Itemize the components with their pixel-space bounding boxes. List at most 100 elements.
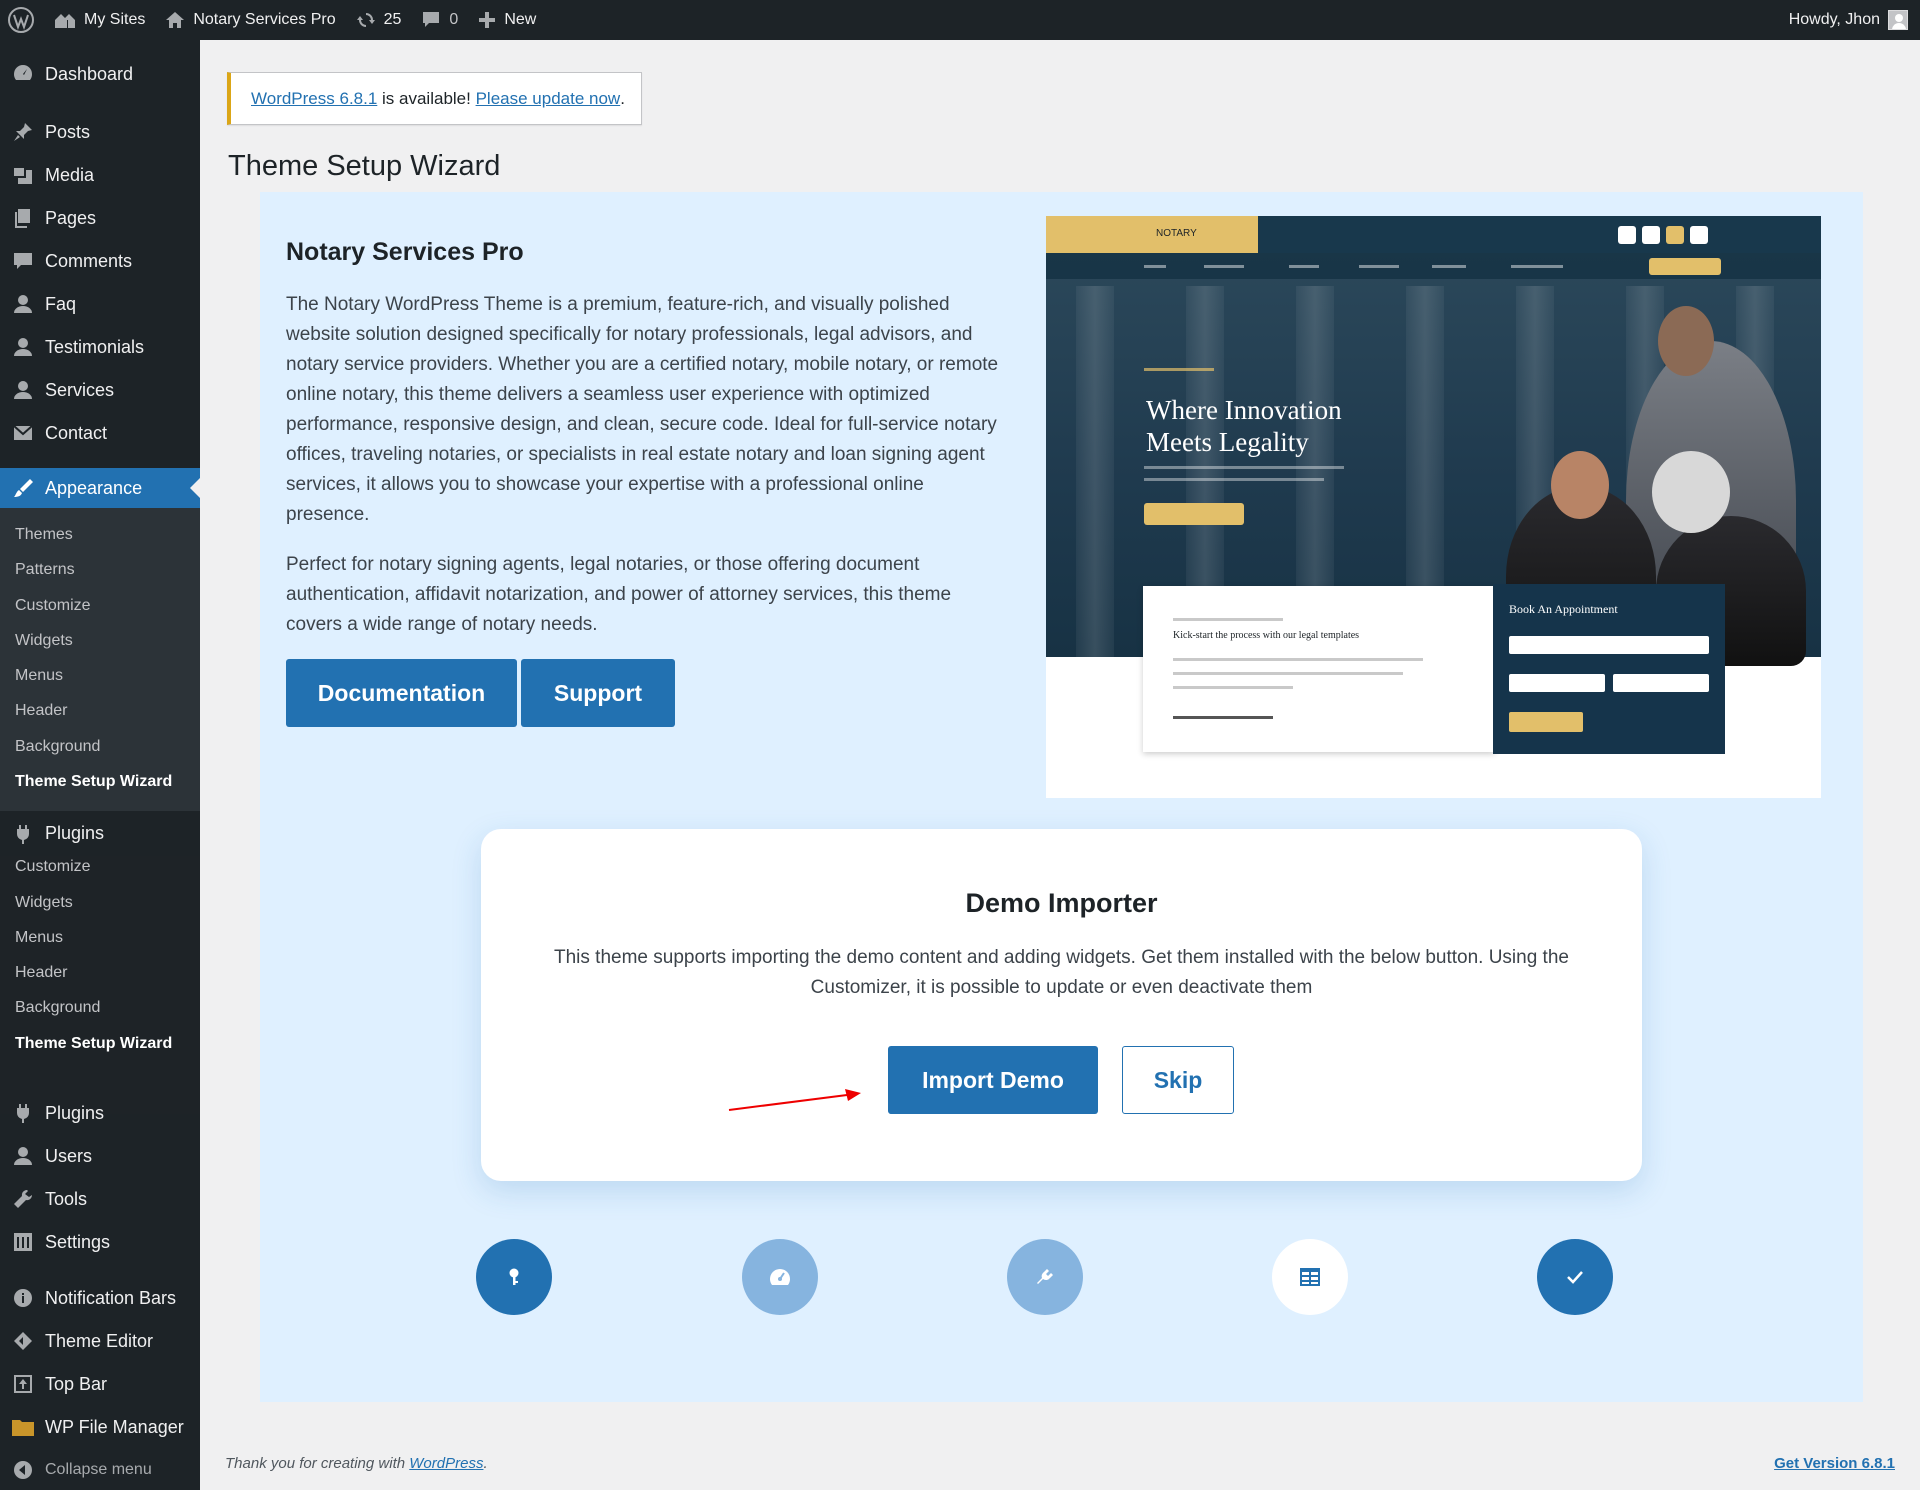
- social-icon: [1642, 226, 1660, 244]
- sidebar-item-faq[interactable]: Faq: [0, 286, 200, 322]
- preview-contact-button: [1649, 258, 1721, 275]
- flyout-item-background[interactable]: Background: [15, 999, 100, 1017]
- plugins-flyout-submenu: Customize Widgets Menus Header Backgroun…: [0, 856, 200, 1114]
- my-sites-label: My Sites: [84, 11, 146, 28]
- skip-button[interactable]: Skip: [1122, 1046, 1234, 1114]
- footer-version: Get Version 6.8.1: [1774, 1455, 1895, 1472]
- sidebar-item-label: Theme Editor: [45, 1330, 154, 1351]
- theme-description-secondary: Perfect for notary signing agents, legal…: [286, 554, 952, 635]
- submenu-item-widgets[interactable]: Widgets: [15, 632, 73, 650]
- preview-appointment-form: Book An Appointment: [1493, 584, 1725, 754]
- sidebar-item-posts[interactable]: Posts: [0, 114, 200, 150]
- updates-icon: [356, 13, 375, 27]
- step-indicator-2[interactable]: [742, 1239, 818, 1315]
- submenu-item-header[interactable]: Header: [15, 702, 67, 720]
- footer-wordpress-link[interactable]: WordPress: [409, 1455, 483, 1472]
- dashboard-icon: [0, 63, 45, 85]
- sidebar-item-top-bar[interactable]: Top Bar: [0, 1366, 200, 1402]
- import-demo-button[interactable]: Import Demo: [888, 1046, 1098, 1114]
- step-indicator-1[interactable]: [476, 1239, 552, 1315]
- sidebar-item-notification-bars[interactable]: Notification Bars: [0, 1280, 200, 1316]
- preview-nav-item: [1359, 265, 1399, 268]
- gauge-icon: [770, 1269, 790, 1285]
- sidebar-item-contact[interactable]: Contact: [0, 415, 200, 451]
- flyout-item-widgets[interactable]: Widgets: [15, 894, 73, 912]
- facebook-icon: [1618, 226, 1636, 244]
- preview-logo: NOTARY: [1046, 216, 1258, 253]
- sidebar-item-appearance[interactable]: Appearance: [0, 468, 200, 508]
- sidebar-item-plugins[interactable]: Plugins: [0, 1095, 200, 1131]
- howdy-label: Howdy, Jhon: [1788, 11, 1880, 28]
- theme-preview-image: NOTARY Where Innovation Meets Legality K…: [1046, 216, 1821, 798]
- sidebar-item-dashboard[interactable]: Dashboard: [0, 56, 200, 92]
- preview-person-head: [1658, 306, 1714, 376]
- site-name-menu[interactable]: Notary Services Pro: [155, 0, 345, 40]
- step-indicator-3[interactable]: [1007, 1239, 1083, 1315]
- submenu-item-theme-setup-wizard[interactable]: Theme Setup Wizard: [15, 773, 172, 791]
- flyout-item-header[interactable]: Header: [15, 964, 67, 982]
- preview-form-field: [1613, 674, 1709, 692]
- my-sites-menu[interactable]: My Sites: [44, 0, 155, 40]
- sidebar-item-tools[interactable]: Tools: [0, 1181, 200, 1217]
- submenu-item-customize[interactable]: Customize: [15, 597, 91, 615]
- preview-headline-line: Where Innovation: [1146, 395, 1342, 425]
- updates-menu[interactable]: 25: [346, 0, 412, 40]
- sidebar-item-plugins-hover[interactable]: Plugins: [0, 811, 200, 856]
- step-indicator-4[interactable]: [1272, 1239, 1348, 1315]
- info-icon: [0, 1287, 45, 1309]
- comments-menu[interactable]: 0: [411, 0, 468, 40]
- sidebar-item-label: Posts: [45, 121, 91, 142]
- wordpress-version-link[interactable]: WordPress 6.8.1: [251, 89, 377, 109]
- step-indicator-5[interactable]: [1537, 1239, 1613, 1315]
- check-icon: [1567, 1271, 1583, 1284]
- home-icon: [166, 12, 185, 28]
- flyout-item-theme-setup-wizard[interactable]: Theme Setup Wizard: [15, 1035, 172, 1053]
- sidebar-item-theme-editor[interactable]: Theme Editor: [0, 1323, 200, 1359]
- update-now-link[interactable]: Please update now: [476, 89, 621, 109]
- theme-name: Notary Services Pro: [286, 238, 524, 266]
- support-button[interactable]: Support: [521, 659, 675, 727]
- preview-card-line: [1173, 672, 1403, 675]
- submenu-item-menus[interactable]: Menus: [15, 667, 63, 685]
- sidebar-item-users[interactable]: Users: [0, 1138, 200, 1174]
- sidebar-item-wp-file-manager[interactable]: WP File Manager: [0, 1409, 200, 1445]
- preview-person-head: [1652, 451, 1730, 533]
- sidebar-item-testimonials[interactable]: Testimonials: [0, 329, 200, 365]
- sidebar-item-settings[interactable]: Settings: [0, 1224, 200, 1260]
- page-title: Theme Setup Wizard: [228, 150, 501, 182]
- sidebar-item-pages[interactable]: Pages: [0, 200, 200, 236]
- sidebar-item-services[interactable]: Services: [0, 372, 200, 408]
- submenu-item-background[interactable]: Background: [15, 738, 100, 756]
- plus-icon: [479, 12, 496, 28]
- settings-icon: [0, 1231, 45, 1253]
- collapse-menu-button[interactable]: Collapse menu: [0, 1452, 200, 1488]
- flyout-item-customize[interactable]: Customize: [15, 858, 91, 876]
- account-menu[interactable]: Howdy, Jhon: [1779, 0, 1920, 40]
- theme-description: The Notary WordPress Theme is a premium,…: [286, 294, 999, 525]
- admin-bar: My Sites Notary Services Pro 25 0 New Ho…: [0, 0, 1920, 40]
- sidebar-item-label: Settings: [45, 1231, 111, 1252]
- documentation-button[interactable]: Documentation: [286, 659, 517, 727]
- demo-importer-description: This theme supports importing the demo c…: [554, 947, 1569, 998]
- sidebar-item-label: Plugins: [45, 1102, 105, 1123]
- preview-card-line: [1173, 618, 1283, 621]
- preview-form-field: [1509, 674, 1605, 692]
- pin-icon: [0, 121, 45, 143]
- footer-end: .: [483, 1455, 488, 1472]
- preview-column: [1076, 286, 1114, 666]
- wordpress-logo-icon[interactable]: [0, 0, 44, 40]
- submenu-item-patterns[interactable]: Patterns: [15, 561, 75, 579]
- submenu-item-themes[interactable]: Themes: [15, 526, 73, 544]
- comment-icon: [423, 12, 440, 27]
- sidebar-item-label: Users: [45, 1145, 93, 1166]
- get-version-link[interactable]: Get Version 6.8.1: [1774, 1455, 1895, 1472]
- preview-card-title: Kick-start the process with our legal te…: [1173, 630, 1360, 641]
- new-content-menu[interactable]: New: [468, 0, 546, 40]
- sidebar-item-label: Tools: [45, 1188, 88, 1209]
- preview-text-line: [1144, 466, 1344, 469]
- red-arrow-annotation: [728, 1089, 861, 1111]
- appearance-submenu: Themes Patterns Customize Widgets Menus …: [0, 508, 200, 811]
- sidebar-item-media[interactable]: Media: [0, 157, 200, 193]
- flyout-item-menus[interactable]: Menus: [15, 929, 63, 947]
- sidebar-item-comments[interactable]: Comments: [0, 243, 200, 279]
